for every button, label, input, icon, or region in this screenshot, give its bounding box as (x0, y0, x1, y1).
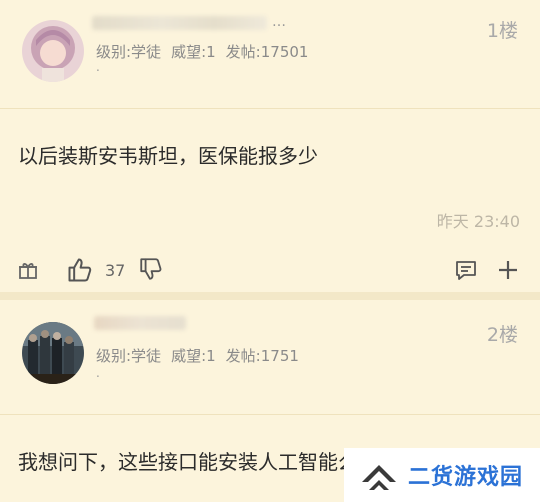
user-level: 级别:学徒 (96, 347, 162, 365)
action-bar: 37 (0, 250, 540, 290)
reply-content: 我想问下，这些接口能安装人工智能么? (18, 450, 369, 474)
user-avatar[interactable] (22, 322, 84, 384)
thumbs-up-icon[interactable] (66, 256, 94, 284)
user-avatar[interactable] (22, 20, 84, 82)
reply-content: 以后装斯安韦斯坦，医保能报多少 (18, 144, 318, 168)
section-gap (0, 292, 540, 300)
divider (0, 108, 540, 109)
like-count: 37 (105, 261, 126, 280)
user-prestige: 威望:1 (171, 347, 216, 365)
chevron-up-logo-icon (358, 454, 400, 496)
divider (0, 414, 540, 415)
user-post-count: 发帖:17501 (225, 43, 309, 61)
watermark-text: 二货游戏园 (408, 465, 524, 490)
meta-dot: . (96, 366, 100, 380)
user-post-count: 发帖:1751 (225, 347, 299, 365)
user-prestige: 威望:1 (171, 43, 216, 61)
username-redacted (94, 316, 186, 330)
site-watermark: 二货游戏园 (344, 448, 540, 502)
username-redacted (92, 16, 267, 30)
reply-time: 昨天 23:40 (436, 212, 520, 231)
user-meta: 级别:学徒 威望:1 发帖:1751 (96, 345, 309, 366)
user-level: 级别:学徒 (96, 43, 162, 61)
gift-icon[interactable] (16, 258, 40, 282)
floor-number: 2楼 (486, 324, 518, 346)
user-meta: 级别:学徒 威望:1 发帖:17501 (96, 41, 318, 62)
plus-icon[interactable] (496, 258, 520, 282)
username-ellipsis: … (272, 14, 286, 30)
thumbs-down-icon[interactable] (138, 256, 164, 282)
meta-dot: . (96, 60, 100, 74)
comment-icon[interactable] (454, 258, 478, 282)
floor-number: 1楼 (486, 20, 518, 42)
reply-card-1: … 级别:学徒 威望:1 发帖:17501 . 1楼 以后装斯安韦斯坦，医保能报多少… (0, 0, 540, 292)
